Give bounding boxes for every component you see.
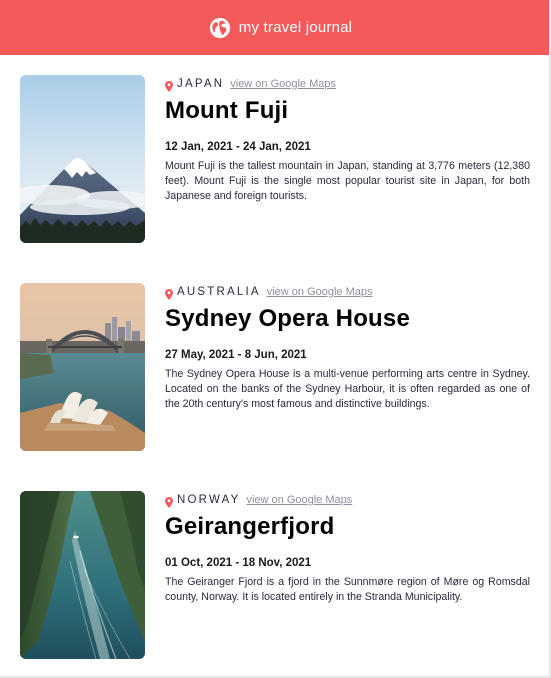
entry-dates: 01 Oct, 2021 - 18 Nov, 2021: [165, 557, 312, 569]
entry-title: Geirangerfjord: [165, 513, 335, 540]
entry-title: Mount Fuji: [165, 97, 289, 124]
geirangerfjord-photo: [20, 491, 145, 659]
entry-title: Sydney Opera House: [165, 305, 411, 332]
mount-fuji-photo: [20, 75, 145, 243]
entry-description: The Geiranger Fjord is a fjord in the Su…: [165, 576, 530, 603]
app-title: my travel journal: [238, 19, 353, 36]
journal-entry: AUSTRALIA view on Google Maps Sydney Ope…: [20, 283, 535, 453]
sydney-opera-house-photo: [20, 283, 145, 451]
location-pin-icon: [165, 495, 173, 508]
entry-description: Mount Fuji is the tallest mountain in Ja…: [165, 160, 530, 202]
entry-dates: 12 Jan, 2021 - 24 Jan, 2021: [165, 141, 311, 153]
globe-icon: [209, 17, 231, 39]
google-maps-link[interactable]: view on Google Maps: [230, 78, 336, 90]
journal-entry: JAPAN view on Google Maps Mount Fuji 12 …: [20, 75, 535, 245]
entry-country: NORWAY: [177, 494, 241, 506]
google-maps-link[interactable]: view on Google Maps: [246, 494, 352, 506]
entry-country: JAPAN: [177, 78, 225, 90]
journal-entry: NORWAY view on Google Maps Geirangerfjor…: [20, 491, 535, 661]
location-pin-icon: [165, 79, 173, 92]
entry-country: AUSTRALIA: [177, 286, 261, 298]
google-maps-link[interactable]: view on Google Maps: [267, 286, 373, 298]
app-header: my travel journal: [0, 0, 549, 55]
location-pin-icon: [165, 287, 173, 300]
entry-description: The Sydney Opera House is a multi-venue …: [165, 368, 530, 410]
entry-dates: 27 May, 2021 - 8 Jun, 2021: [165, 349, 307, 361]
